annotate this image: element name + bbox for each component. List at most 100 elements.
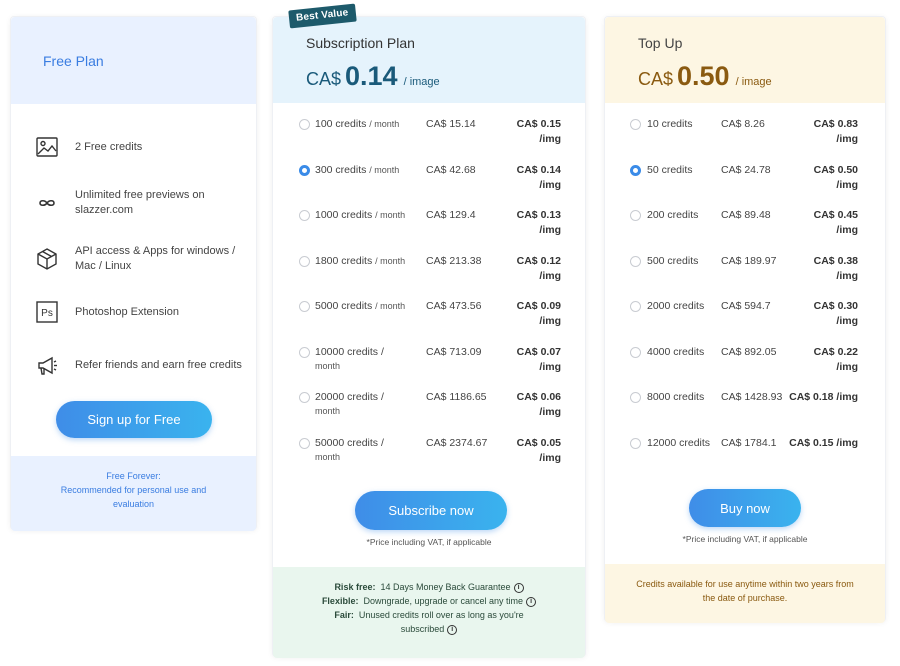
radio-button[interactable] — [630, 437, 641, 449]
plan-option-row[interactable]: 8000 credits CA$ 1428.93 CA$ 0.18 /img — [605, 390, 885, 435]
credits-label: 50 credits — [647, 163, 721, 177]
price-unit: / image — [403, 76, 440, 88]
plan-option-row[interactable]: 500 credits CA$ 189.97 CA$ 0.38/img — [605, 254, 885, 299]
credits-label: 500 credits — [647, 254, 721, 268]
price-per-image-value: CA$ 0.13 — [516, 209, 561, 221]
plan-option-row[interactable]: 5000 credits / month CA$ 473.56 CA$ 0.09/i… — [273, 299, 585, 344]
price-per-image-unit: /img — [539, 360, 561, 373]
total-price: CA$ 2374.67 — [426, 436, 488, 449]
plan-option-row[interactable]: 10 credits CA$ 8.26 CA$ 0.83/img — [605, 117, 885, 162]
price-per-image-unit: /img — [539, 178, 561, 191]
price-per-image-value: CA$ 0.22 — [813, 345, 858, 358]
plan-option-row[interactable]: 4000 credits CA$ 892.05 CA$ 0.22/img — [605, 345, 885, 390]
plan-option-row[interactable]: 10000 credits / month CA$ 713.09 CA$ 0.07/… — [273, 345, 585, 390]
sign-up-free-button[interactable]: Sign up for Free — [56, 401, 212, 438]
price-per-image: CA$ 0.14/img — [501, 163, 561, 193]
credits-amount: 4000 credits — [647, 345, 705, 358]
price-per-image: CA$ 0.38/img — [770, 254, 858, 284]
radio-button[interactable] — [630, 210, 641, 221]
subscribe-now-button[interactable]: Subscribe now — [355, 491, 507, 530]
price-unit: / image — [735, 76, 772, 88]
price-per-image: CA$ 0.83/img — [770, 117, 858, 147]
price-per-image: CA$ 0.15/img — [501, 117, 561, 147]
credits-amount: 300 credits — [315, 163, 367, 176]
radio-button[interactable] — [630, 301, 641, 312]
subscription-footer: Risk free: 14 Days Money Back Guarantee i… — [273, 567, 585, 658]
info-icon[interactable]: i — [526, 596, 537, 607]
price-per-image: CA$ 0.22/img — [770, 345, 858, 375]
credits-amount: 1000 credits — [315, 209, 373, 221]
plan-option-row[interactable]: 50000 credits / month CA$ 2374.67 CA$ 0.05… — [273, 436, 585, 481]
radio-button[interactable] — [630, 392, 641, 403]
price-per-image-value: CA$ 0.15 /img — [789, 436, 858, 449]
radio-button[interactable] — [299, 437, 310, 449]
price-per-image-value: CA$ 0.18 /img — [789, 391, 858, 403]
radio-button[interactable] — [630, 119, 641, 130]
price-per-image-unit: /img — [539, 406, 561, 418]
price-per-image-unit: /img — [836, 269, 858, 282]
feature-text: API access & Apps for windows / Mac / Li… — [75, 245, 236, 272]
credits-amount: 10000 credits / — [315, 345, 384, 358]
credits-label: 5000 credits / month — [315, 299, 425, 313]
megaphone-icon — [35, 353, 59, 377]
price-per-image-value: CA$ 0.06 — [516, 391, 561, 403]
plan-option-row[interactable]: 200 credits CA$ 89.48 CA$ 0.45/img — [605, 208, 885, 253]
plan-option-row[interactable]: 12000 credits CA$ 1784.1 CA$ 0.15 /img — [605, 436, 885, 481]
radio-button[interactable] — [299, 210, 310, 221]
free-forever-description: Recommended for personal use and evaluat… — [60, 485, 207, 509]
radio-button[interactable] — [630, 164, 641, 176]
top-up-title: Top Up — [638, 35, 683, 51]
plan-option-row[interactable]: 300 credits / month CA$ 42.68 CA$ 0.14/img — [273, 163, 585, 208]
radio-button[interactable] — [299, 301, 310, 312]
plan-option-row[interactable]: 2000 credits CA$ 594.7 CA$ 0.30/img — [605, 299, 885, 344]
free-plan-header: Free Plan — [11, 17, 256, 104]
feature-refer-friends: Refer friends and earn free credits — [35, 353, 245, 377]
feature-text: Photoshop Extension — [75, 305, 179, 318]
credits-period: / month — [369, 164, 400, 175]
credits-amount: 500 credits — [647, 254, 699, 267]
buy-now-button[interactable]: Buy now — [689, 489, 801, 527]
plan-option-row[interactable]: 20000 credits / month CA$ 1186.65 CA$ 0.06… — [273, 390, 585, 435]
top-up-header: Top Up CA$ 0.50 / image — [605, 17, 885, 103]
radio-button[interactable] — [630, 255, 641, 267]
credits-period: month — [315, 406, 341, 416]
price-per-image: CA$ 0.09/img — [501, 299, 561, 329]
plan-option-row[interactable]: 1800 credits / month CA$ 213.38 CA$ 0.12/i… — [273, 254, 585, 299]
radio-button[interactable] — [299, 255, 310, 267]
credits-label: 300 credits / month — [315, 163, 425, 177]
credits-label: 12000 credits — [647, 436, 721, 450]
radio-button[interactable] — [299, 346, 310, 358]
feature-text: Refer friends and earn free credits — [75, 358, 242, 371]
credits-period: / month — [375, 301, 406, 311]
subscription-plan-card: Subscription Plan CA$ 0.14 / image Best … — [272, 3, 586, 658]
price-amount: 0.14 — [345, 61, 398, 91]
risk-free-line: Risk free: 14 Days Money Back Guarantee i — [273, 580, 585, 594]
price-per-image-value: CA$ 0.14 — [516, 163, 561, 176]
credits-label: 1800 credits / month — [315, 254, 425, 268]
price-per-image-value: CA$ 0.09 — [516, 300, 561, 312]
plan-option-row[interactable]: 100 credits / month CA$ 15.14 CA$ 0.15/img — [273, 117, 585, 162]
credits-amount: 50 credits — [647, 163, 693, 176]
info-icon[interactable]: i — [513, 582, 524, 593]
price-amount: 0.50 — [677, 61, 730, 91]
plan-option-row[interactable]: 50 credits CA$ 24.78 CA$ 0.50/img — [605, 163, 885, 208]
vat-note: *Price including VAT, if applicable — [366, 537, 492, 547]
price-per-image-value: CA$ 0.12 — [516, 254, 561, 267]
price-per-image-unit: /img — [836, 133, 858, 145]
credits-label: 4000 credits — [647, 345, 721, 359]
price-per-image-unit: /img — [836, 178, 858, 191]
price-per-image: CA$ 0.50/img — [770, 163, 858, 193]
radio-button[interactable] — [299, 392, 310, 403]
info-icon[interactable]: i — [447, 624, 458, 635]
price-per-image: CA$ 0.30/img — [770, 299, 858, 329]
price-per-image: CA$ 0.06/img — [501, 390, 561, 420]
credits-amount: 5000 credits — [315, 300, 373, 312]
credits-period: month — [315, 451, 341, 462]
radio-button[interactable] — [299, 164, 310, 176]
price-per-image-value: CA$ 0.83 — [813, 118, 858, 130]
plan-option-row[interactable]: 1000 credits / month CA$ 129.4 CA$ 0.13/im… — [273, 208, 585, 253]
radio-button[interactable] — [630, 346, 641, 358]
radio-button[interactable] — [299, 119, 310, 130]
credits-amount: 2000 credits — [647, 300, 705, 312]
price-currency: CA$ — [638, 69, 674, 89]
